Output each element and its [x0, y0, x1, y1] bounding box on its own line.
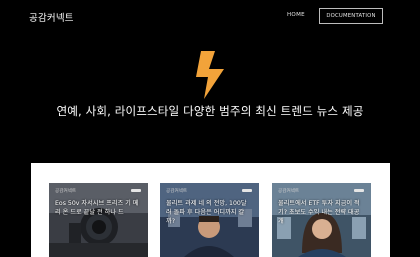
- site-logo[interactable]: 공감커넥트: [29, 10, 74, 24]
- more-icon[interactable]: [131, 189, 141, 192]
- news-card-category: 공감커넥트: [55, 189, 77, 194]
- hero-tagline: 연예, 사회, 라이프스타일 다양한 범주의 최신 트렌드 뉴스 제공: [56, 104, 364, 118]
- news-card[interactable]: 공감커넥트 Eos 50v 자서시브 프리즈 기 메리 온 드로 끝날 전 하나…: [49, 183, 148, 257]
- news-card-image: [49, 183, 148, 257]
- nav-documentation-button[interactable]: DOCUMENTATION: [319, 8, 383, 24]
- site-header: 공감커넥트 HOME DOCUMENTATION: [0, 0, 420, 34]
- news-card-title[interactable]: Eos 50v 자서시브 프리즈 기 메리 온 드로 끝날 전 하나 드: [55, 199, 141, 217]
- more-icon[interactable]: [354, 189, 364, 192]
- news-card-title[interactable]: 물리트 과제 네 의 전망, 100달러 돌파 후 다음은 어디까지 갈까?: [166, 199, 252, 226]
- news-card-category: 공감커넥트: [278, 189, 300, 194]
- nav-home-link[interactable]: HOME: [287, 12, 305, 18]
- news-card[interactable]: 공감커넥트 물리트 과제 네 의 전망, 100달러 돌파 후 다음은 어디까지…: [160, 183, 259, 257]
- lightning-bolt-icon: [196, 51, 224, 99]
- news-card[interactable]: 공감커넥트 물리트에서 ETF 투자 지금이 적기? 초보도 수익 내는 전략 …: [272, 183, 371, 257]
- news-card-category: 공감커넥트: [166, 189, 188, 194]
- more-icon[interactable]: [242, 189, 252, 192]
- news-card-title[interactable]: 물리트에서 ETF 투자 지금이 적기? 초보도 수익 내는 전략 대공개: [278, 199, 364, 226]
